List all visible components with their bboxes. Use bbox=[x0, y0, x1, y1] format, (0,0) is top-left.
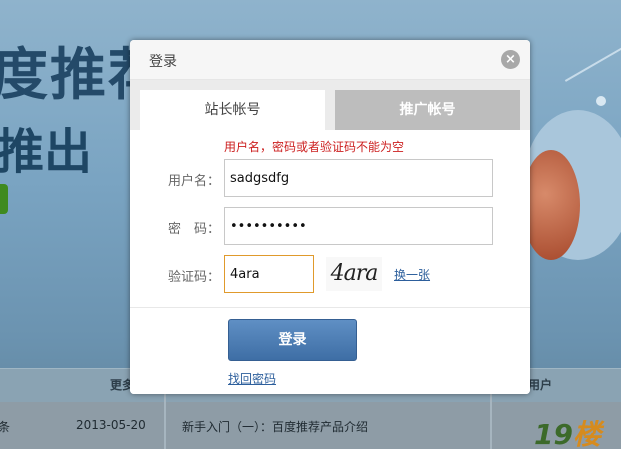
refresh-captcha-link[interactable]: 换一张 bbox=[394, 266, 430, 283]
login-dialog: 登录 × 站长帐号 推广帐号 用户名，密码或者验证码不能为空 用户名： 密 码：… bbox=[130, 40, 530, 394]
password-label: 密 码： bbox=[168, 222, 221, 237]
captcha-image[interactable]: 4ara bbox=[326, 257, 382, 291]
password-input[interactable] bbox=[224, 207, 493, 245]
username-input[interactable] bbox=[224, 159, 493, 197]
brand-logo-number: 19 bbox=[534, 418, 573, 449]
forgot-password-link[interactable]: 找回密码 bbox=[228, 370, 276, 387]
brand-logo: 19楼 bbox=[534, 413, 601, 449]
tab-promotion-account[interactable]: 推广帐号 bbox=[335, 90, 520, 130]
captcha-input[interactable] bbox=[224, 255, 314, 293]
background-line bbox=[564, 40, 621, 82]
background-green-button bbox=[0, 184, 8, 214]
background-users-heading: 用户 bbox=[528, 378, 553, 392]
captcha-label: 验证码： bbox=[168, 270, 221, 285]
background-news-date: 2013-05-20 bbox=[76, 418, 146, 432]
background-subheadline: 推出 bbox=[0, 124, 93, 180]
username-label: 用户名： bbox=[168, 174, 221, 189]
error-message: 用户名，密码或者验证码不能为空 bbox=[224, 140, 405, 154]
background-dot bbox=[596, 96, 606, 106]
login-button[interactable]: 登录 bbox=[228, 319, 357, 361]
background-news-title: 新手入门（一）：百度推荐产品介绍 bbox=[182, 420, 369, 434]
account-type-tabs: 站长帐号 推广帐号 bbox=[130, 80, 530, 130]
background-cut-text: 条 bbox=[0, 420, 11, 434]
brand-logo-char: 楼 bbox=[572, 418, 601, 449]
background-orb bbox=[522, 150, 580, 260]
tab-webmaster-account[interactable]: 站长帐号 bbox=[140, 90, 325, 130]
login-form: 用户名，密码或者验证码不能为空 用户名： 密 码： 验证码： 4ara 换一张 … bbox=[130, 130, 530, 394]
dialog-header: 登录 × bbox=[130, 40, 530, 80]
form-divider bbox=[130, 307, 530, 308]
dialog-title: 登录 bbox=[149, 54, 177, 70]
close-button[interactable]: × bbox=[501, 50, 520, 69]
